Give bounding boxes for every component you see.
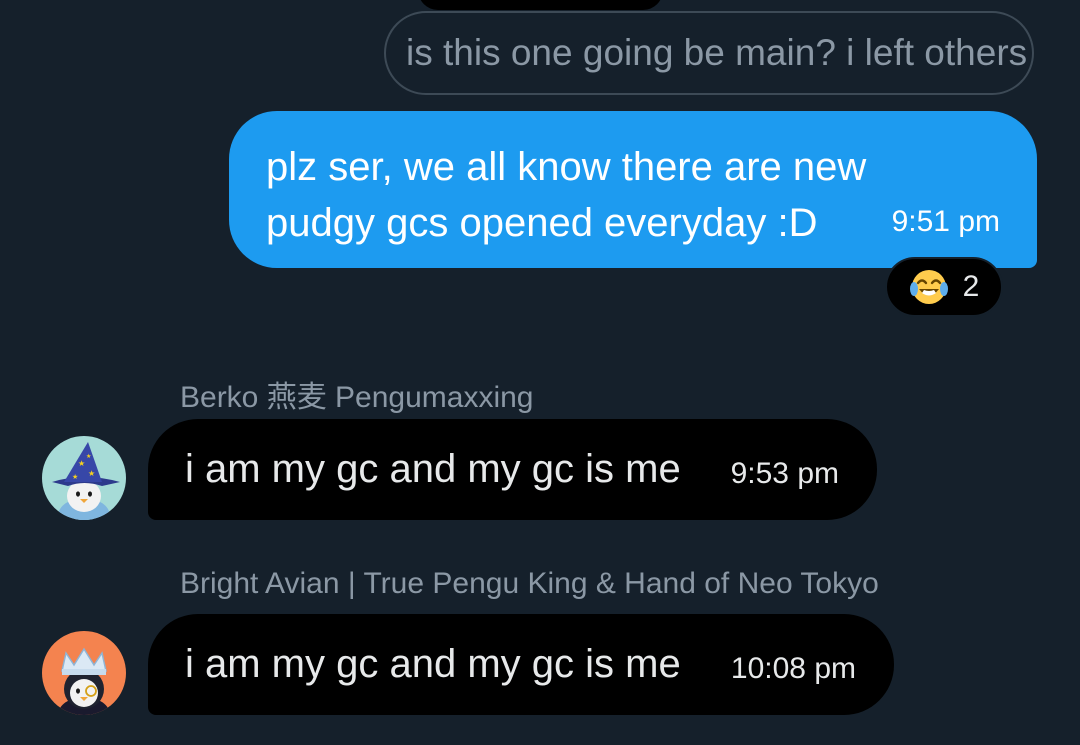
sent-message-bubble[interactable]: plz ser, we all know there are new pudgy… [229, 111, 1037, 268]
quoted-message[interactable]: is this one going be main? i left others [384, 11, 1034, 95]
svg-text:★: ★ [88, 469, 95, 478]
sent-message-line: plz ser, we all know there are new [266, 145, 867, 189]
message-timestamp: 9:51 pm [891, 205, 1000, 238]
svg-text:★: ★ [86, 453, 91, 460]
reaction-count: 2 [962, 270, 980, 303]
message-timestamp: 9:53 pm [730, 457, 839, 490]
sender-name[interactable]: Bright Avian | True Pengu King & Hand of… [180, 567, 879, 601]
quoted-message-text: is this one going be main? i left others [406, 32, 1028, 73]
received-message-text: i am my gc and my gc is me [185, 447, 681, 491]
sent-message-line: pudgy gcs opened everyday :D [266, 201, 818, 245]
svg-text:★: ★ [72, 473, 78, 481]
previous-message-bubble[interactable] [418, 0, 663, 10]
svg-text:★: ★ [78, 459, 85, 468]
crowned-penguin-avatar[interactable] [42, 631, 126, 715]
message-timestamp: 10:08 pm [730, 652, 856, 685]
received-message-text: i am my gc and my gc is me [185, 642, 681, 686]
wizard-penguin-avatar[interactable]: ★ ★ ★ ★ [42, 436, 126, 520]
dm-conversation: is this one going be main? i left others… [0, 0, 1080, 745]
sent-message-text: plz ser, we all know there are new pudgy… [266, 139, 886, 251]
reaction-badge[interactable]: 2 [885, 257, 1003, 317]
sender-name[interactable]: Berko 燕麦 Pengumaxxing [180, 372, 534, 416]
tears-of-joy-emoji-icon [909, 267, 949, 307]
received-message-bubble[interactable]: i am my gc and my gc is me 9:53 pm [148, 419, 877, 520]
received-message-bubble[interactable]: i am my gc and my gc is me 10:08 pm [148, 614, 894, 715]
